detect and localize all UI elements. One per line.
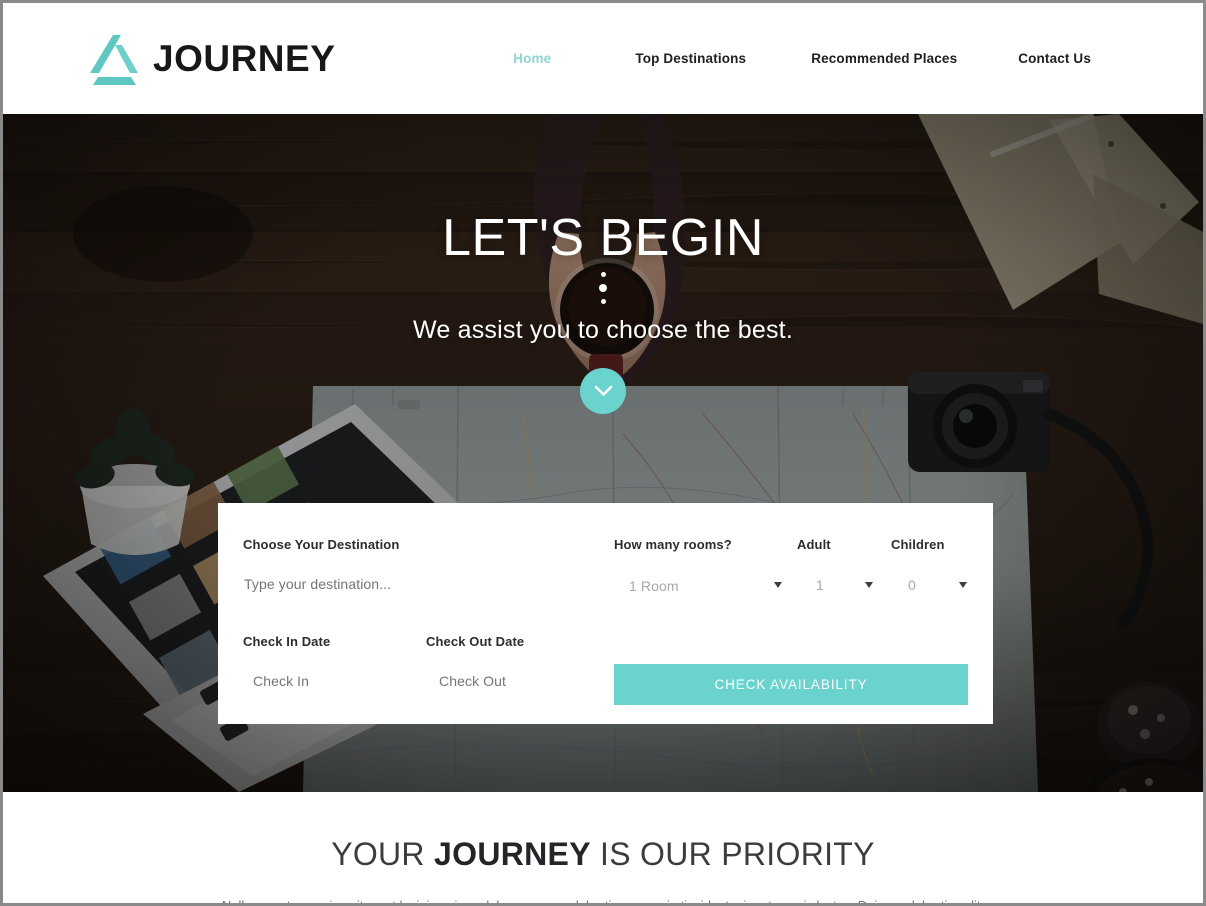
site-header: JOURNEY Home Top Destinations Recommende… — [3, 3, 1203, 114]
page-frame: JOURNEY Home Top Destinations Recommende… — [0, 0, 1206, 906]
checkin-label: Check In Date — [243, 634, 331, 649]
hero-carousel-dots — [3, 272, 1203, 304]
check-availability-button[interactable]: CHECK AVAILABILITY — [614, 664, 968, 705]
nav-item-top-destinations[interactable]: Top Destinations — [635, 45, 746, 72]
main-nav: Home Top Destinations Recommended Places… — [513, 45, 1091, 72]
hero-section: LET'S BEGIN We assist you to choose the … — [3, 114, 1203, 792]
priority-section: YOUR JOURNEY IS OUR PRIORITY Nullam auct… — [3, 792, 1203, 903]
rooms-chevron-down-icon[interactable] — [774, 582, 782, 588]
children-chevron-down-icon[interactable] — [959, 582, 967, 588]
chevron-down-icon — [594, 385, 612, 396]
hero-subtitle: We assist you to choose the best. — [413, 316, 793, 344]
triangle-logo-icon — [90, 34, 138, 85]
carousel-dot-1[interactable] — [600, 272, 606, 277]
hero-title: LET'S BEGIN — [442, 209, 764, 267]
checkout-label: Check Out Date — [426, 634, 525, 649]
destination-input[interactable] — [244, 576, 574, 592]
scroll-down-button[interactable] — [580, 368, 626, 414]
carousel-dot-2[interactable] — [599, 284, 607, 292]
nav-item-home[interactable]: Home — [513, 45, 551, 72]
carousel-dot-3[interactable] — [600, 299, 606, 304]
priority-heading-suffix: IS OUR PRIORITY — [590, 836, 875, 872]
adult-label: Adult — [797, 537, 831, 552]
brand-logo[interactable]: JOURNEY — [85, 33, 335, 85]
brand-name: JOURNEY — [153, 38, 336, 79]
children-label: Children — [891, 537, 945, 552]
nav-item-contact-us[interactable]: Contact Us — [1018, 45, 1091, 72]
rooms-select-value[interactable]: 1 Room — [629, 578, 679, 594]
rooms-label: How many rooms? — [614, 537, 732, 552]
adult-select-value[interactable]: 1 — [816, 577, 824, 593]
destination-label: Choose Your Destination — [243, 537, 400, 552]
children-select-value[interactable]: 0 — [908, 577, 916, 593]
adult-chevron-down-icon[interactable] — [865, 582, 873, 588]
checkin-date-input[interactable] — [253, 673, 403, 689]
priority-heading-strong: JOURNEY — [434, 836, 591, 872]
checkout-date-input[interactable] — [439, 673, 589, 689]
booking-form-card: Choose Your Destination How many rooms? … — [218, 503, 993, 724]
priority-body-text: Nullam auctor, sapien sit amet lacinia e… — [203, 895, 1003, 903]
priority-heading: YOUR JOURNEY IS OUR PRIORITY — [3, 838, 1203, 870]
priority-heading-prefix: YOUR — [331, 836, 435, 872]
nav-item-recommended-places[interactable]: Recommended Places — [811, 45, 957, 72]
